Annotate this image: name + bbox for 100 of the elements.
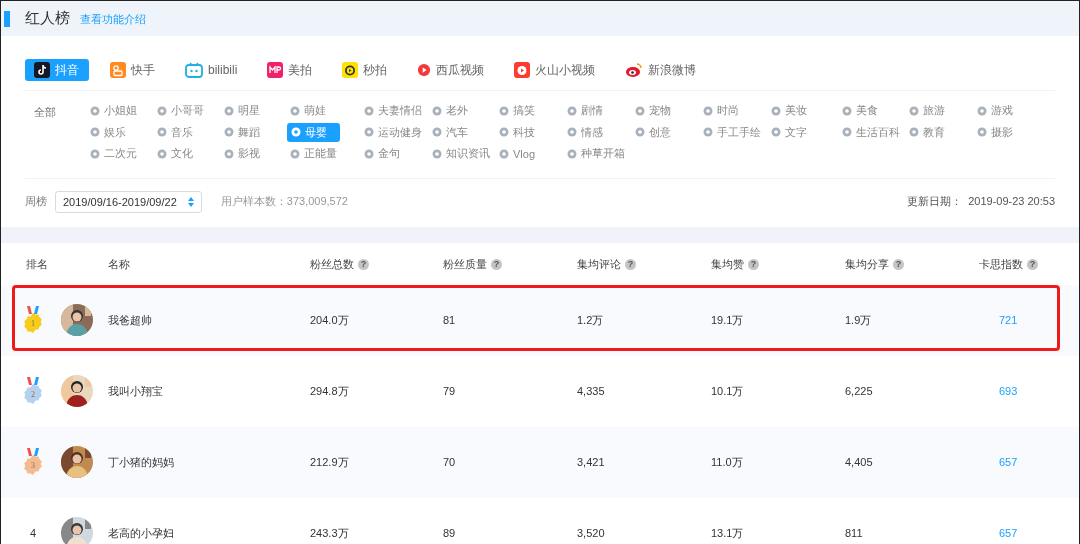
index-link[interactable]: 693 [999,385,1018,397]
category-tab[interactable]: 知识资讯 [429,144,493,163]
circle-icon [567,105,577,116]
category-tab[interactable]: 手工手绘 [700,122,764,142]
platform-tab[interactable]: 西瓜视频 [408,59,494,81]
index-link[interactable]: 657 [999,527,1018,539]
circle-icon [703,105,713,116]
circle-icon [771,105,781,116]
category-tab[interactable]: 萌娃 [287,101,329,120]
table-cell-text: 243.3万 [310,525,350,541]
category-tab[interactable]: 音乐 [154,122,196,142]
category-tab[interactable]: 明星 [221,101,263,120]
category-tab[interactable]: 创意 [632,122,674,142]
table-cell-text: 10.1万 [711,383,745,399]
index-link[interactable]: 657 [999,456,1018,468]
category-tab[interactable]: 种草开箱 [564,144,628,163]
period-label: 周榜 [25,194,47,209]
platform-tab[interactable]: 抖音 [25,59,89,81]
circle-icon [432,127,442,137]
music-note-icon [34,62,50,78]
category-tab[interactable]: 文字 [768,122,810,142]
table-cell-text: 811 [845,527,864,539]
category-tab[interactable]: 二次元 [87,144,140,163]
platform-tab[interactable]: 秒拍 [333,59,397,81]
circle-icon [224,127,234,137]
account-name: 丁小猪的妈妈 [108,454,175,470]
circle-icon [499,127,509,137]
circle-icon [977,127,987,137]
tv-icon [185,62,203,78]
sample-count: 用户样本数：373,009,572 [220,194,348,209]
table-cell-text: 212.9万 [310,454,350,470]
table-cell-text: 19.1万 [711,312,745,328]
circle-icon [224,105,234,116]
category-tab[interactable]: 运动健身 [361,122,425,142]
circle-icon [364,148,374,159]
index-link[interactable]: 721 [999,314,1018,326]
circle-icon [909,105,919,116]
rank-medal: 2 [23,377,43,405]
category-tab[interactable]: 生活百科 [839,122,903,142]
page-title: 红人榜 [25,9,70,28]
circle-icon [977,105,987,116]
category-tab[interactable]: 美妆 [768,101,810,120]
circle-icon [290,148,300,159]
app-icon [110,62,126,78]
category-tab[interactable]: 教育 [906,122,948,142]
table-cell-text: 6,225 [845,385,874,397]
category-tab[interactable]: 夫妻情侣 [361,101,425,120]
column-header: 集均评论 [577,257,621,272]
account-name: 我叫小翔宝 [108,383,164,399]
eye-icon [625,62,644,78]
circle-icon [224,148,234,159]
category-tab[interactable]: 宠物 [632,101,674,120]
category-tab[interactable]: 娱乐 [87,122,129,142]
circle-icon [364,105,374,116]
rank-number: 4 [29,527,37,539]
category-tab[interactable]: 科技 [496,122,538,142]
category-tab[interactable]: 摄影 [974,122,1016,142]
category-tab[interactable]: 金句 [361,144,403,163]
category-tab[interactable]: 全部 [25,101,87,122]
circle-icon [635,127,645,137]
intro-link[interactable]: 查看功能介绍 [80,12,146,27]
category-tab[interactable]: Vlog [496,144,539,163]
circle-icon [703,127,713,137]
circle-icon [157,127,167,137]
column-header: 集均赞 [711,257,744,272]
circle-icon [90,148,100,159]
circle-icon [567,127,577,137]
circle-icon [157,148,167,159]
play-icon [514,62,531,78]
category-tab[interactable]: 影视 [221,144,263,163]
platform-tab[interactable]: 美拍 [258,59,322,81]
category-tab[interactable]: 旅游 [906,101,948,120]
circle-icon [499,105,509,116]
column-header: 粉丝质量 [443,257,487,272]
category-tab[interactable]: 舞蹈 [221,122,263,142]
category-tab[interactable]: 正能量 [287,144,340,163]
account-name: 我爸超帅 [108,312,153,328]
category-tab[interactable]: 汽车 [429,122,471,142]
category-tab[interactable]: 美食 [839,101,881,120]
category-tab[interactable]: 搞笑 [496,101,538,120]
platform-tab[interactable]: bilibili [176,59,247,81]
category-tab[interactable]: 小姐姐 [87,101,140,120]
category-tab[interactable]: 情感 [564,122,606,142]
platform-tab[interactable]: 快手 [101,59,164,81]
category-tab[interactable]: 小哥哥 [154,101,207,120]
category-tab[interactable]: 老外 [429,101,471,120]
table-cell-text: 89 [443,527,457,539]
period-select[interactable]: 2019/09/16-2019/09/22 [55,190,202,213]
table-cell-text: 4,405 [845,456,874,468]
platform-tab[interactable]: 火山小视频 [505,59,605,81]
category-tab[interactable]: 时尚 [700,101,742,120]
category-tab[interactable]: 剧情 [564,101,606,120]
circle-icon [842,105,852,116]
category-tab[interactable]: 游戏 [974,101,1016,120]
table-cell-text: 79 [443,385,457,397]
category-tab[interactable]: 文化 [154,144,196,163]
circle-icon [771,127,781,137]
circle-icon [432,105,442,116]
platform-tab[interactable]: 新浪微博 [616,59,706,81]
category-tab[interactable]: 母婴 [287,122,340,142]
